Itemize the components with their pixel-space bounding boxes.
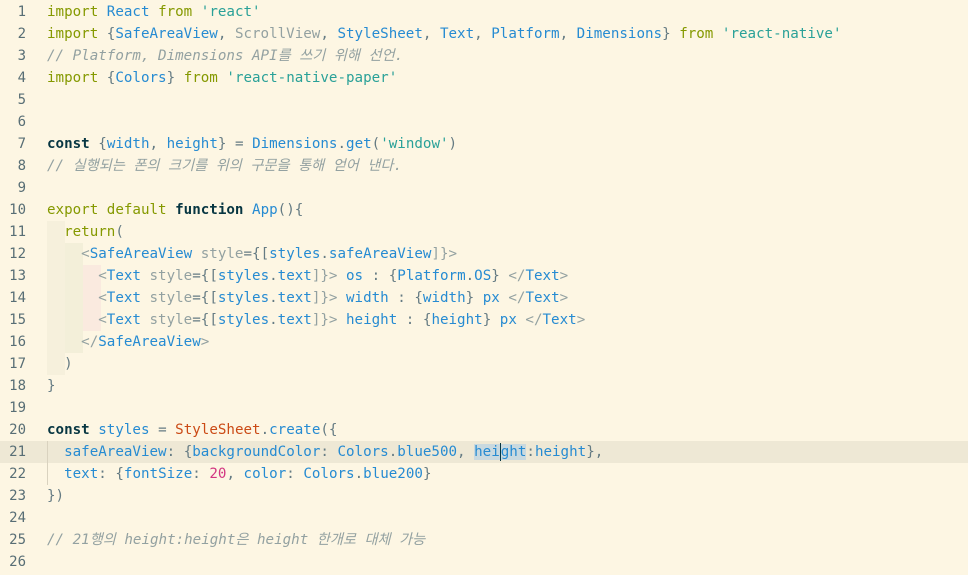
code-line[interactable]: 7 const {width, height} = Dimensions.get(… [0,133,968,155]
line-number: 14 [9,290,26,306]
code-line[interactable]: 4 import {Colors} from 'react-native-pape… [0,67,968,89]
code-line[interactable]: 18} [0,375,968,397]
code-line[interactable]: 10 export default function App(){ [0,199,968,221]
line-code[interactable]: const styles = StyleSheet.create({ [47,419,337,441]
code-line[interactable]: 23}) [0,485,968,507]
line-code[interactable]: import React from 'react' [47,1,261,23]
line-code[interactable]: } [47,375,56,397]
line-number: 2 [17,26,26,42]
line-number: 11 [9,224,26,240]
line-number: 9 [17,180,26,196]
code-line[interactable]: 1 import React from 'react' [0,1,968,23]
code-line[interactable]: 15 <Text style={[styles.text]}> height :… [0,309,968,331]
line-number: 6 [17,114,26,130]
code-line[interactable]: 19 [0,397,968,419]
code-line[interactable]: 12 <SafeAreaView style={[styles.safeArea… [0,243,968,265]
line-number: 5 [17,92,26,108]
line-number: 18 [9,378,26,394]
code-line[interactable]: 8 // 실행되는 폰의 크기를 위의 구문을 통해 얻어 낸다. [0,155,968,177]
line-code[interactable]: export default function App(){ [47,199,303,221]
code-line[interactable]: 11 return( [0,221,968,243]
line-code[interactable]: text: {fontSize: 20, color: Colors.blue2… [47,463,431,485]
line-code[interactable]: <Text style={[styles.text]}> width : {wi… [47,287,568,309]
code-line[interactable]: 21 safeAreaView: {backgroundColor: Color… [0,441,968,463]
line-code[interactable]: <Text style={[styles.text]}> os : {Platf… [47,265,568,287]
line-number: 15 [9,312,26,328]
line-code[interactable]: import {SafeAreaView, ScrollView, StyleS… [47,23,842,45]
line-number: 20 [9,422,26,438]
line-number: 24 [9,510,26,526]
line-number: 22 [9,466,26,482]
code-line[interactable]: 16 </SafeAreaView> [0,331,968,353]
line-number: 23 [9,488,26,504]
line-code[interactable]: // 실행되는 폰의 크기를 위의 구문을 통해 얻어 낸다. [47,155,402,177]
line-number: 21 [9,444,26,460]
line-number: 19 [9,400,26,416]
code-line[interactable]: 22 text: {fontSize: 20, color: Colors.bl… [0,463,968,485]
code-line[interactable]: 14 <Text style={[styles.text]}> width : … [0,287,968,309]
code-editor[interactable]: 1 import React from 'react' 2 import {SafeA… [0,0,968,575]
line-code[interactable]: ) [47,353,73,375]
line-number: 8 [17,158,26,174]
line-number: 25 [9,532,26,548]
line-code[interactable]: // Platform, Dimensions API를 쓰기 위해 선언. [47,45,403,67]
line-code[interactable]: // 21행의 height:height은 height 한개로 대체 가능 [47,529,425,551]
line-code[interactable]: const {width, height} = Dimensions.get('… [47,133,457,155]
line-number: 3 [17,48,26,64]
line-number: 1 [17,4,26,20]
line-code[interactable]: <SafeAreaView style={[styles.safeAreaVie… [47,243,457,265]
line-number: 7 [17,136,26,152]
line-number: 17 [9,356,26,372]
line-number: 10 [9,202,26,218]
code-line[interactable]: 3 // Platform, Dimensions API를 쓰기 위해 선언. [0,45,968,67]
line-number: 12 [9,246,26,262]
line-number: 13 [9,268,26,284]
code-line[interactable]: 13 <Text style={[styles.text]}> os : {Pl… [0,265,968,287]
line-code[interactable]: <Text style={[styles.text]}> height : {h… [47,309,585,331]
code-line[interactable]: 9 [0,177,968,199]
line-number: 16 [9,334,26,350]
code-line[interactable]: 5 [0,89,968,111]
line-code[interactable]: }) [47,485,64,507]
code-line[interactable]: 6 [0,111,968,133]
code-line[interactable]: 26 [0,551,968,573]
line-code[interactable]: </SafeAreaView> [47,331,209,353]
line-number: 26 [9,554,26,570]
line-number: 4 [17,70,26,86]
code-line[interactable]: 20 const styles = StyleSheet.create({ [0,419,968,441]
code-line[interactable]: 24 [0,507,968,529]
code-line[interactable]: 2 import {SafeAreaView, ScrollView, Style… [0,23,968,45]
line-code[interactable]: safeAreaView: {backgroundColor: Colors.b… [47,441,603,463]
code-line[interactable]: 25 // 21행의 height:height은 height 한개로 대체 가… [0,529,968,551]
code-line[interactable]: 17 ) [0,353,968,375]
line-code[interactable]: import {Colors} from 'react-native-paper… [47,67,397,89]
line-code[interactable]: return( [47,221,124,243]
